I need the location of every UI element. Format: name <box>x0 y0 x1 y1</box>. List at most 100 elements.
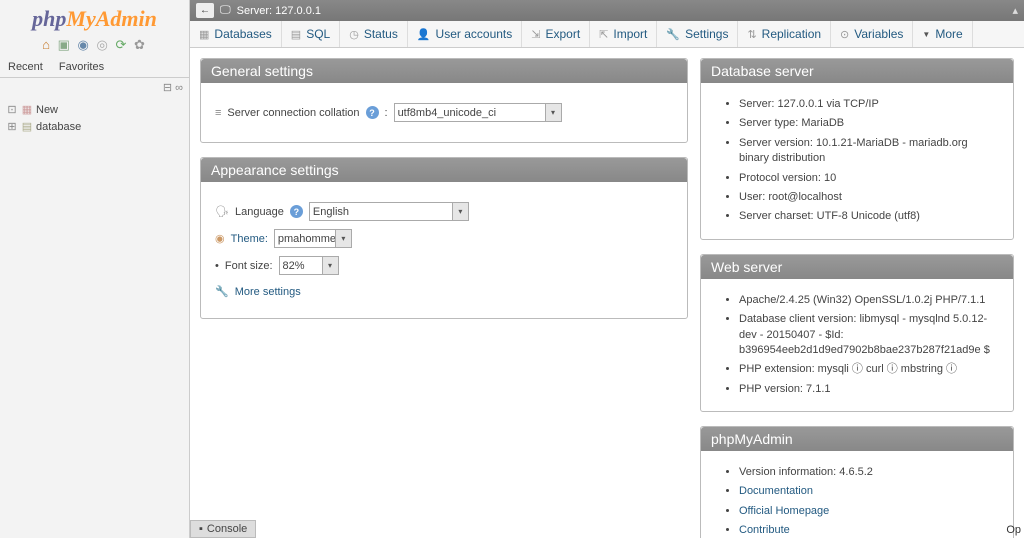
sql-icon[interactable]: ◎ <box>96 37 109 52</box>
language-select[interactable]: English ▾ <box>309 202 469 221</box>
export-icon: ⇲ <box>531 28 540 41</box>
tree-new-label: New <box>36 104 58 116</box>
menu-users[interactable]: 👤 User accounts <box>408 21 522 47</box>
language-value: English <box>313 206 349 218</box>
variables-icon: ⊙ <box>840 28 849 41</box>
pma-link-documentation[interactable]: Documentation <box>739 485 813 497</box>
back-button[interactable]: ← <box>196 3 214 18</box>
menu-export[interactable]: ⇲ Export <box>522 21 590 47</box>
sql-icon: ▤ <box>291 28 301 41</box>
menu-replication-label: Replication <box>762 27 821 41</box>
collation-icon: ≡ <box>215 107 221 119</box>
menu-settings[interactable]: 🔧Settings <box>657 21 738 47</box>
collapse-icon[interactable]: ⊟ <box>163 82 172 94</box>
tree-database[interactable]: ⊞ ▤ database <box>6 118 183 135</box>
panel-webserver-title: Web server <box>701 255 1013 279</box>
chevron-down-icon: ▼ <box>922 30 930 39</box>
collation-value: utf8mb4_unicode_ci <box>398 107 496 119</box>
webserver-item: PHP version: 7.1.1 <box>739 380 999 399</box>
tab-favorites[interactable]: Favorites <box>51 57 112 77</box>
theme-icon: ◉ <box>215 232 225 245</box>
panel-dbserver: Database server Server: 127.0.0.1 via TC… <box>700 58 1014 240</box>
panel-pma-title: phpMyAdmin <box>701 427 1013 451</box>
logout-icon[interactable]: ▣ <box>58 37 72 52</box>
dbserver-item: User: root@localhost <box>739 188 999 207</box>
home-icon[interactable]: ⌂ <box>42 37 52 52</box>
sidebar-tabs: Recent Favorites <box>0 57 189 78</box>
more-settings-link[interactable]: More settings <box>235 286 301 298</box>
tree-database-label: database <box>36 121 81 133</box>
dbserver-item: Server type: MariaDB <box>739 114 999 133</box>
top-menu: ▦Databases ▤ SQL ◷ Status 👤 User accounts ⇲… <box>190 21 1024 48</box>
collation-label: Server connection collation <box>227 107 359 119</box>
status-icon: ◷ <box>349 28 359 41</box>
theme-select[interactable]: pmahomme ▾ <box>274 229 352 248</box>
console-label: Console <box>207 523 247 535</box>
menu-users-label: User accounts <box>436 27 513 41</box>
menu-sql[interactable]: ▤ SQL <box>282 21 340 47</box>
dbserver-item: Server: 127.0.0.1 via TCP/IP <box>739 95 999 114</box>
fontsize-select[interactable]: 82% ▾ <box>279 256 339 275</box>
users-icon: 👤 <box>417 28 431 41</box>
fontsize-label: Font size: <box>225 260 273 272</box>
fontsize-value: 82% <box>283 260 305 272</box>
chevron-down-icon: ▾ <box>335 230 351 247</box>
dbserver-item: Server charset: UTF-8 Unicode (utf8) <box>739 207 999 226</box>
reload-icon[interactable]: ⟳ <box>115 37 128 52</box>
menu-replication[interactable]: ⇅ Replication <box>738 21 831 47</box>
menu-import-label: Import <box>613 27 647 41</box>
wrench-icon: 🔧 <box>215 285 229 298</box>
chevron-down-icon: ▾ <box>322 257 338 274</box>
docs-icon[interactable]: ◉ <box>78 37 91 52</box>
dbserver-item: Protocol version: 10 <box>739 169 999 188</box>
tab-recent[interactable]: Recent <box>0 57 51 77</box>
expand-icon: ⊡ <box>6 103 18 116</box>
gear-icon: 🔧 <box>666 28 680 41</box>
console-toggle[interactable]: ▪ Console <box>190 520 256 538</box>
bullet-icon: • <box>215 260 219 272</box>
databases-icon: ▦ <box>199 28 209 41</box>
menu-export-label: Export <box>545 27 580 41</box>
theme-label[interactable]: Theme: <box>231 233 268 245</box>
new-db-icon: ▦ <box>21 103 33 116</box>
panel-general-title: General settings <box>201 59 687 83</box>
phpmyadmin-logo[interactable]: phpMyAdmin <box>0 0 189 35</box>
tree-new[interactable]: ⊡ ▦ New <box>6 101 183 118</box>
menu-sql-label: SQL <box>306 27 330 41</box>
panel-general: General settings ≡ Server connection col… <box>200 58 688 143</box>
menu-databases[interactable]: ▦Databases <box>190 21 282 47</box>
menu-status[interactable]: ◷ Status <box>340 21 408 47</box>
webserver-item: PHP extension: mysqli ⓘ curl ⓘ mbstring … <box>739 360 999 379</box>
replication-icon: ⇅ <box>747 28 756 41</box>
db-icon: ▤ <box>21 120 33 133</box>
pma-version: Version information: 4.6.5.2 <box>739 463 999 482</box>
panel-appearance-title: Appearance settings <box>201 158 687 182</box>
link-icon[interactable]: ∞ <box>175 82 183 94</box>
dbserver-list: Server: 127.0.0.1 via TCP/IP Server type… <box>715 95 999 227</box>
chevron-down-icon: ▾ <box>452 203 468 220</box>
pma-link-homepage[interactable]: Official Homepage <box>739 505 829 517</box>
sidebar-iconbar: ⌂ ▣ ◉ ◎ ⟳ ✿ <box>0 35 189 57</box>
help-icon[interactable]: ? <box>366 106 379 119</box>
menu-variables[interactable]: ⊙ Variables <box>831 21 913 47</box>
menu-more[interactable]: ▼More <box>913 21 972 47</box>
menu-variables-label: Variables <box>854 27 903 41</box>
menu-status-label: Status <box>364 27 398 41</box>
webserver-item: Database client version: libmysql - mysq… <box>739 310 999 360</box>
menu-import[interactable]: ⇱Import <box>590 21 657 47</box>
server-label[interactable]: Server: 127.0.0.1 <box>237 5 321 17</box>
expand-icon[interactable]: ⊞ <box>6 120 18 133</box>
sidebar: phpMyAdmin ⌂ ▣ ◉ ◎ ⟳ ✿ Recent Favorites … <box>0 0 190 538</box>
console-icon: ▪ <box>199 523 203 535</box>
db-tree: ⊡ ▦ New ⊞ ▤ database <box>0 97 189 139</box>
op-corner: Op <box>1003 522 1024 538</box>
language-icon: 🗣 <box>215 205 229 218</box>
sidebar-toolbar: ⊟ ∞ <box>0 78 189 97</box>
collation-select[interactable]: utf8mb4_unicode_ci ▾ <box>394 103 562 122</box>
collapse-top-icon[interactable]: ▴ <box>1012 4 1018 17</box>
help-icon[interactable]: ? <box>290 205 303 218</box>
breadcrumb-bar: ← 🖵 Server: 127.0.0.1 ▴ <box>190 0 1024 21</box>
pma-link-contribute[interactable]: Contribute <box>739 524 790 536</box>
settings-icon[interactable]: ✿ <box>134 37 147 52</box>
theme-value: pmahomme <box>278 233 336 245</box>
